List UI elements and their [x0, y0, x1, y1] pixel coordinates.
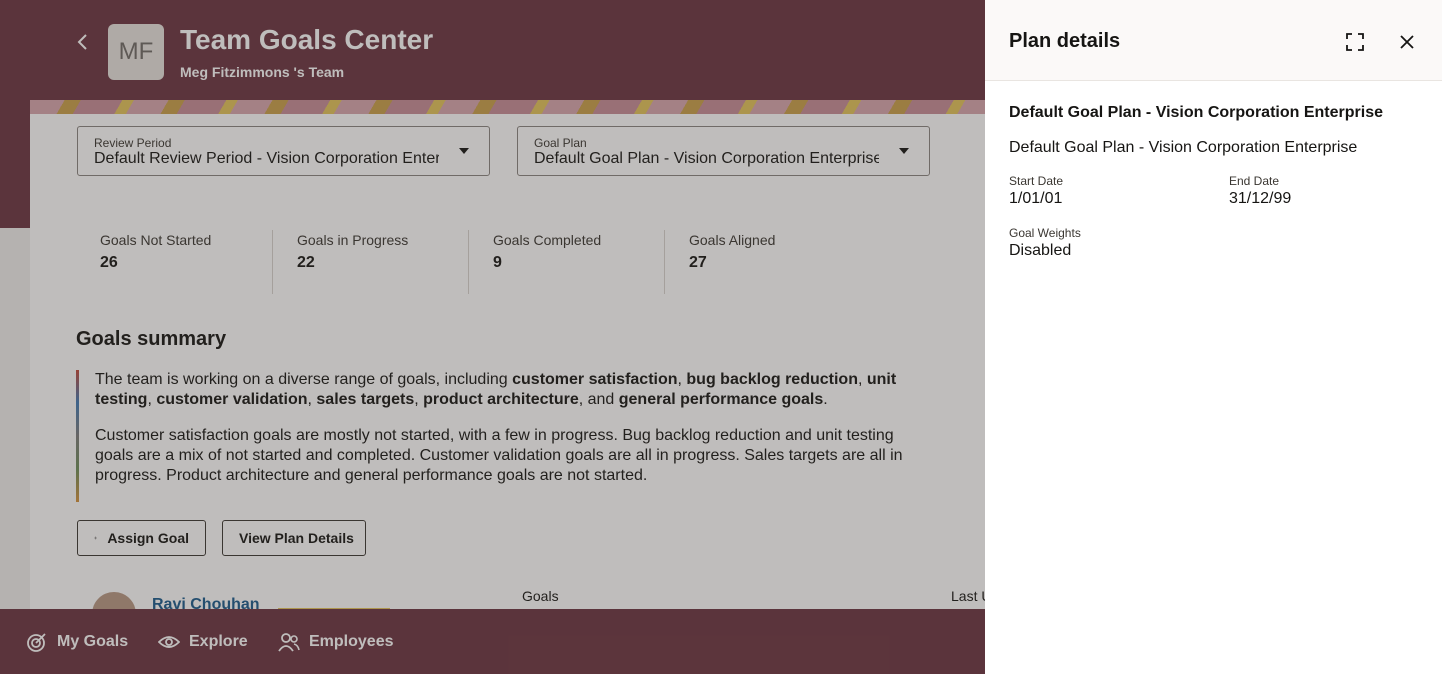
- end-date-field: End Date 31/12/99: [1229, 174, 1291, 208]
- assign-goal-button[interactable]: Assign Goal: [77, 520, 206, 556]
- people-icon: [278, 633, 300, 652]
- goals-summary-title: Goals summary: [76, 328, 227, 350]
- stat-aligned[interactable]: Goals Aligned 27: [664, 230, 860, 294]
- plan-details-drawer: Plan details Default Goal Plan - Vision …: [985, 0, 1442, 674]
- page-subtitle: Meg Fitzimmons 's Team: [180, 64, 345, 80]
- plan-name: Default Goal Plan - Vision Corporation E…: [1009, 104, 1383, 121]
- nav-employees[interactable]: Employees: [278, 631, 393, 653]
- close-icon: [1400, 35, 1414, 49]
- start-date-field: Start Date 1/01/01: [1009, 174, 1063, 208]
- plan-description: Default Goal Plan - Vision Corporation E…: [1009, 139, 1358, 156]
- plus-icon: [94, 536, 98, 540]
- review-period-select[interactable]: Review Period Default Review Period - Vi…: [77, 126, 490, 176]
- goal-weights-field: Goal Weights Disabled: [1009, 226, 1081, 260]
- bottom-nav: My Goals Explore Employees: [0, 609, 985, 674]
- nav-explore[interactable]: Explore: [158, 631, 248, 653]
- goal-weights-label: Goal Weights: [1009, 226, 1081, 240]
- stat-label: Goals Not Started: [100, 232, 212, 248]
- caret-down-icon: [899, 148, 909, 154]
- fullscreen-button[interactable]: [1341, 28, 1369, 56]
- stat-value: 9: [493, 254, 502, 271]
- end-date-label: End Date: [1229, 174, 1280, 188]
- stat-label: Goals Aligned: [689, 232, 776, 248]
- stat-label: Goals Completed: [493, 232, 602, 248]
- caret-down-icon: [459, 148, 469, 154]
- view-plan-details-button[interactable]: View Plan Details: [222, 520, 366, 556]
- goal-stats: Goals Not Started 26 Goals in Progress 2…: [76, 230, 860, 294]
- drawer-title: Plan details: [1009, 30, 1121, 52]
- stat-value: 22: [297, 254, 315, 271]
- start-date-value: 1/01/01: [1009, 190, 1063, 207]
- start-date-label: Start Date: [1009, 174, 1064, 188]
- target-icon: [27, 633, 46, 652]
- content-card: Review Period Default Review Period - Vi…: [30, 114, 985, 674]
- goals-column-header: Goals: [522, 588, 559, 604]
- eye-icon: [158, 636, 180, 648]
- stat-not-started[interactable]: Goals Not Started 26: [76, 230, 272, 294]
- back-button[interactable]: [72, 28, 94, 56]
- end-date-value: 31/12/99: [1229, 190, 1292, 207]
- goal-plan-select[interactable]: Goal Plan Default Goal Plan - Vision Cor…: [517, 126, 930, 176]
- team-goals-page: MF Team Goals Center Meg Fitzimmons 's T…: [0, 0, 985, 674]
- stat-value: 26: [100, 254, 118, 271]
- nav-my-goals[interactable]: My Goals: [26, 631, 128, 653]
- stat-completed[interactable]: Goals Completed 9: [468, 230, 664, 294]
- goal-plan-value: Default Goal Plan - Vision Corporation E…: [534, 150, 879, 167]
- stat-in-progress[interactable]: Goals in Progress 22: [272, 230, 468, 294]
- goal-plan-label: Goal Plan: [534, 136, 587, 150]
- review-period-value: Default Review Period - Vision Corporati…: [94, 150, 439, 167]
- chevron-left-icon: [77, 34, 87, 50]
- last-column-header: Last U: [951, 588, 985, 604]
- header-banner: [30, 100, 985, 114]
- team-avatar: MF: [108, 24, 164, 80]
- summary-paragraph: The team is working on a diverse range o…: [95, 371, 897, 408]
- page-title: Team Goals Center: [180, 24, 434, 55]
- goal-weights-value: Disabled: [1009, 242, 1072, 259]
- review-period-label: Review Period: [94, 136, 172, 150]
- stat-value: 27: [689, 254, 707, 271]
- summary-paragraph: Customer satisfaction goals are mostly n…: [95, 427, 903, 484]
- close-button[interactable]: [1393, 28, 1421, 56]
- drawer-header: Plan details: [985, 0, 1442, 81]
- expand-icon: [1346, 33, 1364, 51]
- goals-summary-text: The team is working on a diverse range o…: [76, 370, 935, 502]
- stat-label: Goals in Progress: [297, 232, 409, 248]
